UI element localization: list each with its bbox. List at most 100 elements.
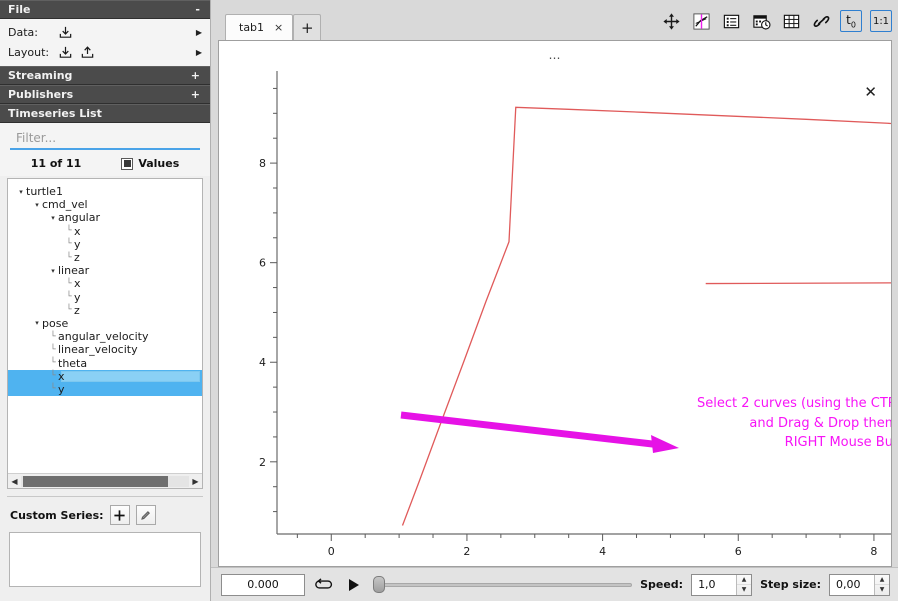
- tree-item-pose[interactable]: ▾pose: [8, 317, 202, 330]
- tree-item-label: x: [74, 225, 81, 238]
- tree-item-label: linear_velocity: [58, 343, 138, 356]
- layout-import-icon[interactable]: [56, 43, 74, 61]
- tree-branch-icon: └: [64, 239, 74, 249]
- time-zero-icon[interactable]: t0: [840, 10, 862, 32]
- tree-item-x[interactable]: └x: [8, 225, 202, 238]
- tree-item-label: angular_velocity: [58, 330, 148, 343]
- speed-down-arrow[interactable]: ▼: [737, 585, 751, 595]
- chevron-down-icon[interactable]: ▾: [48, 267, 58, 275]
- filter-input[interactable]: [10, 129, 200, 150]
- add-custom-series-button[interactable]: [110, 505, 130, 525]
- timeline-slider[interactable]: [373, 574, 632, 596]
- link-icon[interactable]: [810, 10, 832, 32]
- tree-branch-icon: └: [48, 345, 58, 355]
- tree-item-linear[interactable]: ▾linear: [8, 264, 202, 277]
- chevron-down-icon[interactable]: ▾: [16, 188, 26, 196]
- tab-tab1[interactable]: tab1 ×: [225, 14, 293, 40]
- scroll-track[interactable]: [21, 476, 189, 487]
- tree-horizontal-scrollbar[interactable]: ◀ ▶: [8, 473, 202, 488]
- move-icon[interactable]: [660, 10, 682, 32]
- calendar-clock-icon[interactable]: [750, 10, 772, 32]
- tree-item-label: x: [58, 370, 65, 383]
- data-submenu-arrow[interactable]: ▶: [196, 28, 202, 37]
- collapse-sign-file[interactable]: -: [195, 3, 202, 16]
- tree-item-y[interactable]: └y: [8, 383, 202, 396]
- step-up-arrow[interactable]: ▲: [875, 575, 889, 586]
- loop-icon[interactable]: [313, 574, 335, 596]
- tree-item-y[interactable]: └y: [8, 291, 202, 304]
- tree-item-x[interactable]: └x: [8, 277, 202, 290]
- chevron-down-icon[interactable]: ▾: [48, 214, 58, 222]
- tree-item-cmd_vel[interactable]: ▾cmd_vel: [8, 198, 202, 211]
- step-size-stepper[interactable]: ▲▼: [874, 575, 889, 595]
- plot-toolbar: t0 1:1: [660, 10, 892, 40]
- tree-branch-icon: └: [64, 305, 74, 315]
- values-toggle[interactable]: Values: [121, 157, 179, 170]
- layout-row[interactable]: Layout: ▶: [0, 42, 210, 62]
- scroll-left-arrow[interactable]: ◀: [8, 477, 21, 486]
- chevron-down-icon[interactable]: ▾: [32, 319, 42, 327]
- grid-icon[interactable]: [780, 10, 802, 32]
- section-title-timeseries-list: Timeseries List: [8, 107, 102, 120]
- y-tick-label: 2: [259, 456, 266, 469]
- tree-item-turtle1[interactable]: ▾turtle1: [8, 185, 202, 198]
- speed-stepper[interactable]: ▲▼: [736, 575, 751, 595]
- tree-item-x[interactable]: └x: [8, 370, 202, 383]
- tree-item-theta[interactable]: └theta: [8, 356, 202, 369]
- expand-sign-publishers[interactable]: +: [191, 88, 202, 101]
- plot-panel[interactable]: … ✕ 24680246810XY Plot /turtle1/pose/[x;…: [218, 40, 892, 567]
- tree-item-angular_velocity[interactable]: └angular_velocity: [8, 330, 202, 343]
- slider-track[interactable]: [373, 583, 632, 587]
- step-size-label: Step size:: [760, 578, 821, 591]
- add-tab-button[interactable]: +: [293, 14, 321, 40]
- tree-item-angular[interactable]: ▾angular: [8, 211, 202, 224]
- step-size-value[interactable]: 0,00: [830, 575, 874, 595]
- scroll-right-arrow[interactable]: ▶: [189, 477, 202, 486]
- data-row[interactable]: Data: ▶: [0, 22, 210, 42]
- tree-item-z[interactable]: └z: [8, 251, 202, 264]
- annotation-line-3: RIGHT Mouse Button: [697, 433, 892, 453]
- tree-item-linear_velocity[interactable]: └linear_velocity: [8, 343, 202, 356]
- timeseries-tree[interactable]: ▾turtle1▾cmd_vel▾angular└x└y└z▾linear└x└…: [7, 178, 203, 489]
- tree-item-z[interactable]: └z: [8, 304, 202, 317]
- layout-submenu-arrow[interactable]: ▶: [196, 48, 202, 57]
- section-header-timeseries-list[interactable]: Timeseries List: [0, 104, 210, 123]
- chevron-down-icon[interactable]: ▾: [32, 201, 42, 209]
- tree-branch-icon: └: [48, 384, 58, 394]
- section-header-file[interactable]: File -: [0, 0, 210, 19]
- one-to-one-icon[interactable]: 1:1: [870, 10, 892, 32]
- custom-series-list[interactable]: [9, 532, 201, 587]
- expand-sign-streaming[interactable]: +: [191, 69, 202, 82]
- tree-item-edit-box[interactable]: [61, 371, 200, 382]
- y-tick-label: 6: [259, 257, 266, 270]
- plot-line-icon[interactable]: [690, 10, 712, 32]
- tree-branch-icon: └: [64, 292, 74, 302]
- tab-strip: tab1 × +: [211, 0, 321, 40]
- section-header-publishers[interactable]: Publishers +: [0, 85, 210, 104]
- values-checkbox[interactable]: [121, 158, 133, 170]
- close-icon[interactable]: ×: [274, 21, 283, 34]
- tree-branch-icon: └: [64, 253, 74, 263]
- tree-branch-icon: └: [48, 358, 58, 368]
- current-time-field[interactable]: 0.000: [221, 574, 305, 596]
- scroll-thumb[interactable]: [23, 476, 168, 487]
- step-size-spinbox[interactable]: 0,00 ▲▼: [829, 574, 890, 596]
- tree-item-label: linear: [58, 264, 89, 277]
- speed-value[interactable]: 1,0: [692, 575, 736, 595]
- tree-branch-icon: └: [48, 332, 58, 342]
- list-icon[interactable]: [720, 10, 742, 32]
- tree-item-label: theta: [58, 357, 87, 370]
- speed-spinbox[interactable]: 1,0 ▲▼: [691, 574, 752, 596]
- slider-handle[interactable]: [373, 576, 385, 593]
- tree-branch-icon: └: [48, 371, 58, 381]
- tree-item-y[interactable]: └y: [8, 238, 202, 251]
- play-icon[interactable]: [343, 574, 365, 596]
- step-down-arrow[interactable]: ▼: [875, 585, 889, 595]
- speed-up-arrow[interactable]: ▲: [737, 575, 751, 586]
- data-import-icon[interactable]: [56, 23, 74, 41]
- one-to-one-text: 1:1: [873, 16, 889, 27]
- section-header-streaming[interactable]: Streaming +: [0, 66, 210, 85]
- edit-custom-series-button[interactable]: [136, 505, 156, 525]
- layout-export-icon[interactable]: [78, 43, 96, 61]
- xy-chart: 24680246810XY Plot: [219, 59, 892, 567]
